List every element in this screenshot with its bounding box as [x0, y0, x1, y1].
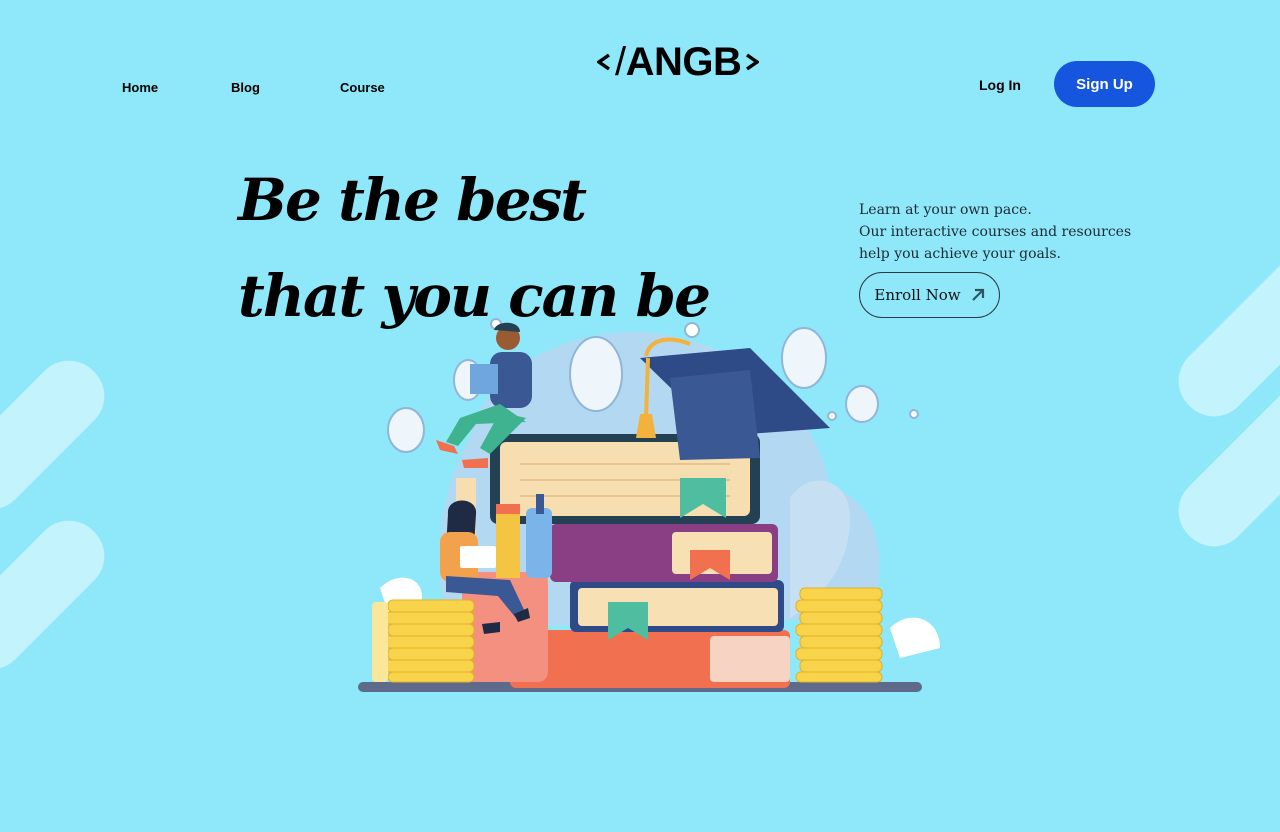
nav-blog-link[interactable]: Blog	[231, 80, 260, 95]
tagline-line: help you achieve your goals.	[859, 246, 1061, 262]
site-logo[interactable]: /ANGB	[597, 40, 760, 84]
enroll-now-label: Enroll Now	[874, 286, 961, 304]
nav-home-link[interactable]: Home	[122, 80, 158, 95]
signup-button[interactable]: Sign Up	[1054, 61, 1155, 107]
arrow-up-right-icon	[971, 288, 984, 301]
code-brackets-icon	[597, 53, 611, 71]
decor-shape-left-2	[0, 506, 119, 684]
education-books-illustration	[358, 318, 940, 692]
hero-tagline: Learn at your own pace. Our interactive …	[859, 199, 1132, 265]
decor-shape-left-1	[0, 346, 119, 524]
enroll-now-button[interactable]: Enroll Now	[859, 272, 1000, 318]
login-link[interactable]: Log In	[979, 77, 1021, 93]
code-bracket-close-icon	[746, 53, 760, 71]
hero-headline-line1: Be the best	[238, 166, 587, 234]
decor-shape-right-1	[1164, 239, 1280, 431]
logo-text: /ANGB	[615, 40, 742, 84]
coin-stack-left	[383, 599, 475, 683]
nav-course-link[interactable]: Course	[340, 80, 385, 95]
tagline-line: Our interactive courses and resources	[859, 224, 1132, 240]
coin-stack-right	[795, 587, 883, 683]
tagline-line: Learn at your own pace.	[859, 202, 1032, 218]
